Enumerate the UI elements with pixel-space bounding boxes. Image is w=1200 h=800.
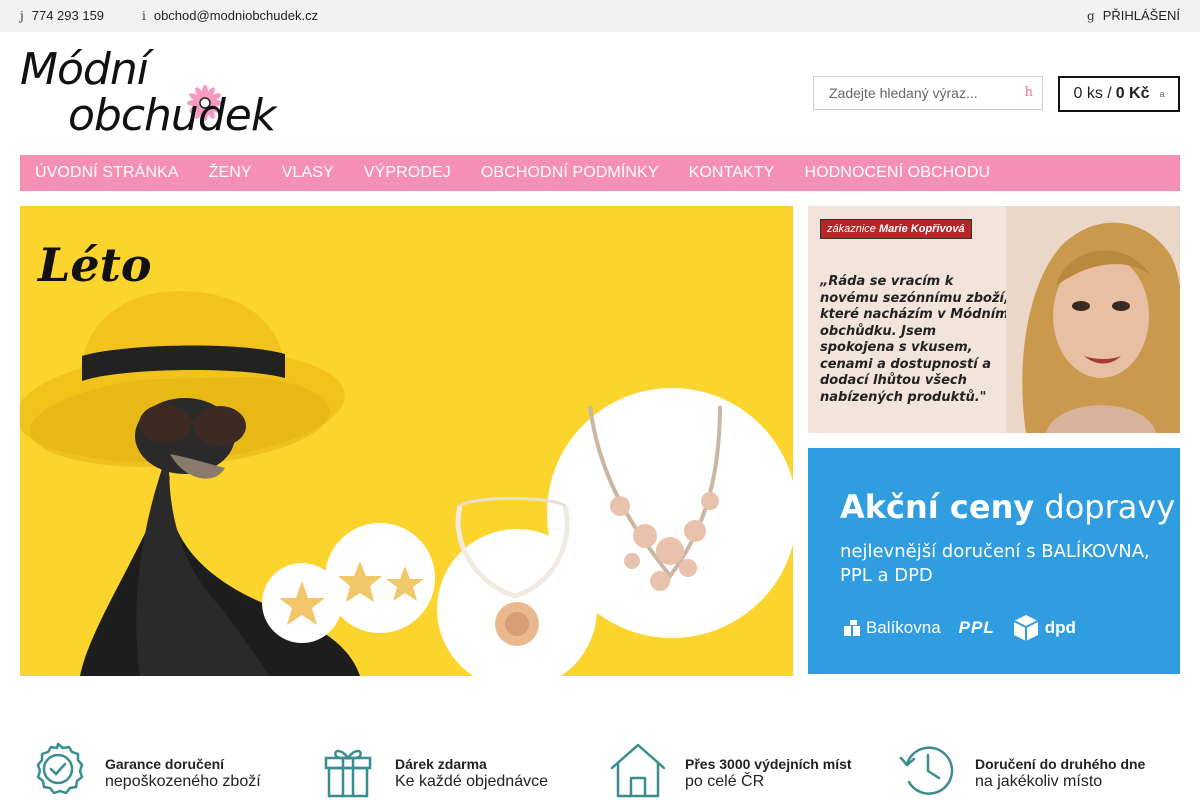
email-icon: i bbox=[142, 8, 146, 23]
carrier-balikovna: Balíkovna bbox=[844, 618, 941, 638]
top-bar: j 774 293 159 i obchod@modniobchudek.cz … bbox=[0, 0, 1200, 32]
search-icon[interactable]: h bbox=[1025, 85, 1033, 100]
site-logo[interactable]: Módní obchudek bbox=[20, 44, 310, 144]
login-label[interactable]: PŘIHLÁŠENÍ bbox=[1103, 8, 1180, 23]
email-contact[interactable]: i obchod@modniobchudek.cz bbox=[142, 8, 318, 23]
shipping-title-bold: Akční ceny bbox=[840, 488, 1035, 526]
hero-script-title: Léto bbox=[36, 238, 152, 292]
login-link[interactable]: g PŘIHLÁŠENÍ bbox=[1087, 8, 1180, 23]
nav-item-hair[interactable]: VLASY bbox=[282, 164, 334, 182]
search-input[interactable] bbox=[814, 77, 1014, 109]
nav-item-home[interactable]: ÚVODNÍ STRÁNKA bbox=[35, 164, 179, 182]
logo-line-1: Módní bbox=[20, 44, 149, 95]
customer-portrait bbox=[1006, 206, 1180, 433]
feature-next-day-delivery: Doručení do druhého dne na jakékoliv mís… bbox=[897, 738, 1145, 800]
feature-title: Garance doručení bbox=[105, 756, 225, 772]
nav-item-women[interactable]: ŽENY bbox=[209, 164, 252, 182]
feature-subtitle: po celé ČR bbox=[685, 773, 765, 790]
feature-title: Přes 3000 výdejních míst bbox=[685, 756, 852, 772]
nav-item-terms[interactable]: OBCHODNÍ PODMÍNKY bbox=[481, 164, 659, 182]
customer-badge: zákaznice Marie Kopřivová bbox=[820, 219, 972, 239]
feature-title: Dárek zdarma bbox=[395, 756, 487, 772]
phone-number[interactable]: 774 293 159 bbox=[32, 8, 104, 23]
badge-prefix: zákaznice bbox=[827, 223, 876, 235]
history-clock-icon bbox=[899, 746, 954, 795]
testimonial-quote: „Ráda se vracím k novému sezónnímu zboží… bbox=[820, 274, 1009, 405]
customer-name: Marie Kopřivová bbox=[878, 223, 965, 235]
feature-subtitle: Ke každé objednávce bbox=[395, 773, 548, 790]
cart-icon: a bbox=[1159, 89, 1165, 99]
hero-banner[interactable]: Léto bbox=[20, 206, 793, 676]
email-address[interactable]: obchod@modniobchudek.cz bbox=[154, 8, 318, 23]
carrier-dpd-label: dpd bbox=[1044, 618, 1076, 637]
carrier-ppl: PPL bbox=[959, 618, 995, 638]
features-row: Garance doručení nepoškozeného zboží Dár… bbox=[0, 738, 1200, 800]
feature-title: Doručení do druhého dne bbox=[975, 756, 1146, 772]
cart-quantity: 0 ks / bbox=[1073, 85, 1112, 102]
hero-illustration: Léto bbox=[20, 238, 793, 676]
feature-delivery-guarantee: Garance doručení nepoškozeného zboží bbox=[27, 738, 261, 800]
feature-free-gift: Dárek zdarma Ke každé objednávce bbox=[317, 738, 548, 800]
user-icon: g bbox=[1087, 8, 1095, 23]
cart-button[interactable]: 0 ks / 0 Kč a bbox=[1058, 76, 1180, 112]
carrier-logos: Balíkovna PPL dpd bbox=[844, 614, 1076, 642]
carrier-ppl-label: PPL bbox=[958, 618, 995, 637]
carrier-dpd: dpd bbox=[1013, 614, 1076, 642]
shipping-promo-banner[interactable]: Akční ceny dopravy nejlevnější doručení … bbox=[808, 448, 1180, 674]
cart-price: 0 Kč bbox=[1115, 85, 1150, 102]
search-box: h bbox=[813, 76, 1043, 110]
home-icon bbox=[610, 743, 666, 798]
gift-icon bbox=[324, 749, 372, 798]
phone-contact[interactable]: j 774 293 159 bbox=[20, 8, 104, 23]
nav-item-contacts[interactable]: KONTAKTY bbox=[689, 164, 775, 182]
carrier-balikovna-label: Balíkovna bbox=[866, 618, 941, 637]
phone-icon: j bbox=[20, 8, 24, 23]
shipping-title: Akční ceny dopravy bbox=[840, 488, 1175, 526]
nav-item-sale[interactable]: VÝPRODEJ bbox=[364, 164, 451, 182]
logo-line-2: obchudek bbox=[68, 90, 276, 141]
shipping-title-rest: dopravy bbox=[1044, 488, 1176, 526]
shipping-subtitle: nejlevnější doručení s BALÍKOVNA, PPL a … bbox=[840, 541, 1150, 586]
dpd-cube-icon bbox=[1013, 615, 1039, 641]
nav-item-reviews[interactable]: HODNOCENÍ OBCHODU bbox=[804, 164, 990, 182]
testimonial-banner[interactable]: zákaznice Marie Kopřivová „Ráda se vrací… bbox=[808, 206, 1180, 433]
feature-subtitle: na jakékoliv místo bbox=[975, 773, 1103, 790]
feature-pickup-points: Přes 3000 výdejních míst po celé ČR bbox=[607, 738, 852, 800]
shield-check-icon bbox=[36, 742, 84, 795]
feature-subtitle: nepoškozeného zboží bbox=[105, 773, 261, 790]
balikovna-icon bbox=[844, 620, 860, 636]
main-nav: ÚVODNÍ STRÁNKA ŽENY VLASY VÝPRODEJ OBCHO… bbox=[20, 155, 1180, 191]
